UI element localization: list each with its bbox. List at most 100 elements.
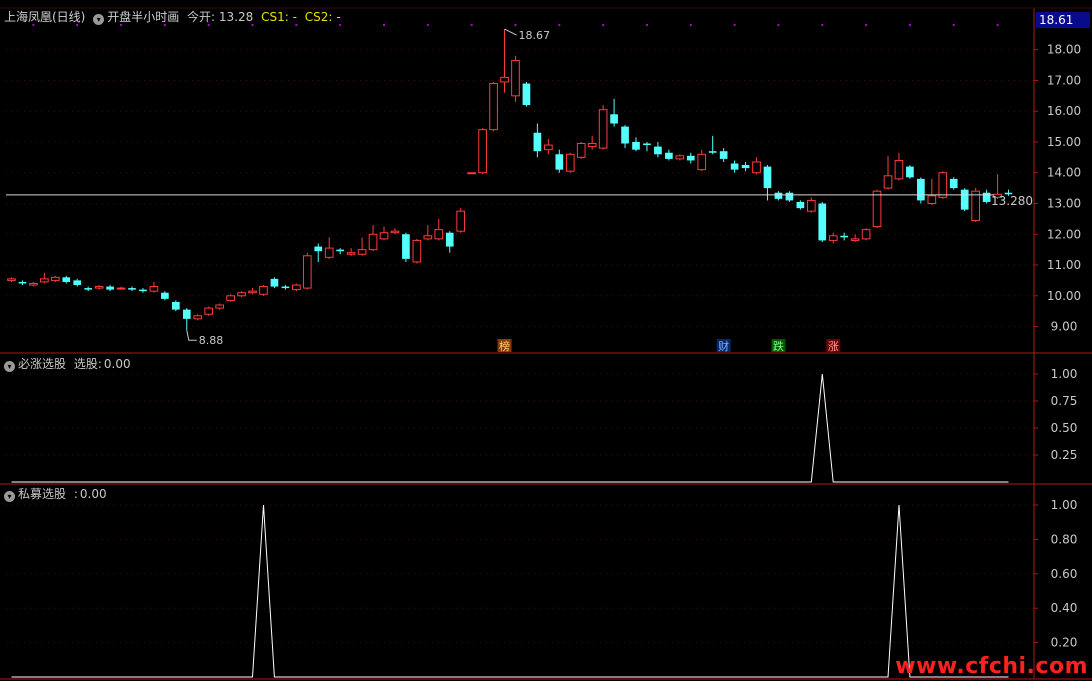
- candle-body-up: [971, 190, 980, 221]
- main-panel-header: 上海凤凰(日线) ▾ 开盘半小时画 今开: 13.28 CS1: - CS2: -: [4, 10, 345, 25]
- candle-body-up: [292, 284, 301, 291]
- candle-body-down: [719, 151, 728, 159]
- signal-dot: [602, 24, 605, 26]
- event-marker: 涨: [828, 340, 839, 353]
- indicator-name[interactable]: 开盘半小时画: [107, 10, 179, 24]
- candle-body-down: [314, 246, 323, 252]
- candle-body-up: [894, 159, 904, 180]
- candle-body-up: [94, 286, 104, 289]
- candle-body-up: [346, 252, 356, 255]
- candle-body-up: [259, 286, 268, 295]
- candle-body-down: [522, 83, 531, 106]
- candle-body-up: [883, 175, 893, 189]
- candle-body-up: [752, 161, 761, 174]
- candle-body-down: [949, 178, 958, 189]
- candle-body-up: [576, 143, 586, 158]
- y-tick-label: 1.00: [1051, 367, 1078, 381]
- candle-body-down: [445, 232, 454, 247]
- candle-body-down: [665, 152, 673, 159]
- y-tick-label: 16.00: [1047, 104, 1081, 118]
- candle-body-up: [423, 235, 433, 240]
- signal-dot: [470, 24, 473, 26]
- candle-body-down: [818, 203, 827, 241]
- candle-body-down: [960, 189, 969, 210]
- panel2-header: ▾ 必涨选股 选股: 0.00: [4, 357, 135, 372]
- candle-body-down: [62, 277, 71, 282]
- candle-body-down: [555, 154, 564, 170]
- candle-body-down: [161, 292, 169, 299]
- y-tick-label: 1.00: [1051, 498, 1078, 512]
- candle-body-down: [84, 288, 93, 290]
- candle-body-down: [982, 192, 991, 202]
- open-value: 13.28: [218, 10, 254, 24]
- panel2-title[interactable]: 必涨选股: [18, 357, 66, 371]
- candle-body-up: [434, 229, 444, 240]
- candle-body-down: [106, 286, 114, 290]
- panel3-header: ▾ 私募选股 :0.00: [4, 487, 111, 502]
- candle-body-up: [456, 210, 466, 232]
- candle-body-up: [215, 304, 224, 309]
- y-tick-label: 0.40: [1051, 601, 1078, 615]
- candle-body-up: [357, 249, 367, 255]
- candle-body-down: [796, 201, 805, 209]
- y-tick-label: 11.00: [1047, 258, 1081, 272]
- y-tick-label: 18.00: [1047, 43, 1081, 57]
- low-label: 8.88: [199, 334, 224, 347]
- y-tick-label: 14.00: [1047, 166, 1081, 180]
- panel3-title[interactable]: 私募选股: [18, 487, 66, 501]
- candle-body-up: [324, 247, 334, 258]
- candle-body-down: [632, 141, 640, 150]
- y-tick-label: 0.50: [1051, 421, 1078, 435]
- candle-body-down: [686, 155, 695, 161]
- watermark: www.cfchi.com: [895, 654, 1088, 679]
- panel3-label: :: [73, 487, 78, 501]
- candle-body-down: [840, 235, 849, 238]
- candle-body-up: [697, 153, 707, 171]
- candle-body-up: [587, 143, 597, 148]
- current-price-box: 18.61: [1036, 12, 1090, 28]
- candle-body-down: [18, 281, 27, 284]
- candle-body-up: [544, 144, 553, 151]
- candle-body-up: [193, 315, 203, 320]
- signal-dot: [865, 24, 868, 26]
- candle-body-down: [270, 278, 279, 287]
- panel2-settings-icon[interactable]: ▾: [4, 361, 15, 372]
- cs2-label: CS2:: [304, 10, 333, 24]
- candle-body-up: [927, 195, 937, 204]
- candle-body-up: [368, 233, 378, 251]
- cs1-label: CS1:: [261, 10, 289, 24]
- candle-body-down: [402, 234, 410, 259]
- candle-body-up: [149, 286, 159, 292]
- candle-body-down: [708, 151, 717, 153]
- candle-body-down: [763, 166, 772, 189]
- candle-body-up: [938, 172, 948, 198]
- chart-frame: [0, 7, 1092, 680]
- panel3-value: 0.00: [79, 487, 107, 501]
- candle-body-up: [248, 290, 257, 294]
- y-tick-label: 0.20: [1051, 636, 1078, 650]
- candle-body-down: [336, 249, 345, 252]
- candle-body-up: [116, 287, 126, 290]
- panel2-label: 选股:: [73, 357, 102, 371]
- y-tick-label: 0.60: [1051, 567, 1078, 581]
- candle-body-down: [128, 288, 136, 290]
- candle-body-up: [828, 235, 838, 241]
- settings-icon[interactable]: ▾: [93, 14, 105, 25]
- y-tick-label: 13.00: [1047, 196, 1081, 210]
- signal-dot: [821, 24, 824, 26]
- candle-body-down: [139, 289, 147, 292]
- candle-body-up: [390, 230, 400, 234]
- candle-body-up: [675, 155, 685, 160]
- indicator-series: [11, 373, 1009, 678]
- signal-dot: [777, 24, 780, 26]
- stock-name[interactable]: 上海凤凰(日线): [4, 10, 85, 24]
- chart-stage: 13.280 18.67 8.88 榜 财 跌 涨 18.00 17.00 16.00 15.00…: [0, 7, 1092, 680]
- y-tick-label: 9.00: [1051, 320, 1078, 334]
- y-tick-label: 0.25: [1051, 448, 1078, 462]
- open-label: 今开:: [187, 10, 216, 24]
- panel3-settings-icon[interactable]: ▾: [4, 491, 15, 502]
- candle-body-up: [412, 239, 422, 263]
- candle-body-up: [511, 59, 520, 97]
- candle-body-down: [917, 178, 925, 201]
- candle-body-down: [774, 192, 783, 199]
